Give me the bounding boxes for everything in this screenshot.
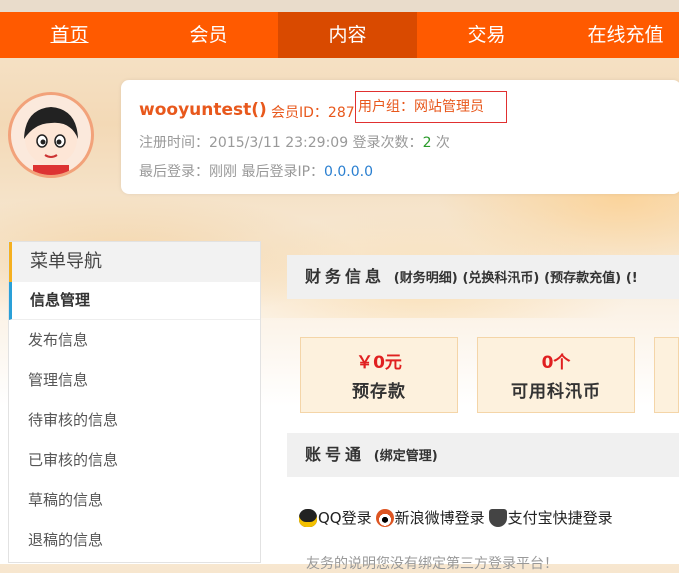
account-bar: 账号通 (绑定管理) (287, 433, 679, 477)
more-link[interactable]: (! (626, 271, 638, 286)
side-item-rejected[interactable]: 退稿的信息 (9, 520, 260, 560)
stat-deposit-value: ￥0元 (356, 353, 402, 373)
side-menu: 菜单导航 信息管理 发布信息 管理信息 待审核的信息 已审核的信息 草稿的信息 … (8, 241, 261, 563)
stat-extra (654, 337, 679, 413)
alipay-login-button[interactable]: 支付宝快捷登录 (488, 507, 613, 528)
finance-bar: 财务信息 (财务明细) (兑换科汛币) (预存款充值) (! (287, 255, 679, 299)
stat-coin-value: 0个 (541, 353, 571, 373)
side-item-manage[interactable]: 管理信息 (9, 360, 260, 400)
side-item-pending[interactable]: 待审核的信息 (9, 400, 260, 440)
side-menu-title: 菜单导航 (9, 242, 260, 282)
top-strip (0, 0, 679, 12)
nav-recharge[interactable]: 在线充值 (556, 12, 679, 58)
nav-trade[interactable]: 交易 (417, 12, 556, 58)
avatar[interactable] (8, 92, 94, 178)
main-nav: 首页 会员 内容 交易 在线充值 (0, 12, 679, 58)
register-info: 注册时间：2015/3/11 23:29:09 登录次数：2 次 (139, 135, 450, 151)
third-party-logins: QQ登录 新浪微博登录 支付宝快捷登录 (299, 507, 617, 528)
account-title: 账号通 (305, 445, 366, 464)
bind-manage-link[interactable]: (绑定管理) (374, 449, 438, 464)
finance-title: 财务信息 (305, 267, 386, 286)
deposit-recharge-link[interactable]: (预存款充值) (544, 271, 621, 286)
side-item-approved[interactable]: 已审核的信息 (9, 440, 260, 480)
nav-content[interactable]: 内容 (278, 12, 417, 58)
qq-login-button[interactable]: QQ登录 (299, 507, 372, 528)
last-login-info: 最后登录：刚刚 最后登录IP：0.0.0.0 (139, 164, 374, 180)
nav-member[interactable]: 会员 (139, 12, 278, 58)
stat-deposit: ￥0元 预存款 (300, 337, 458, 413)
stat-deposit-label: 预存款 (352, 382, 406, 402)
profile-card: wooyuntest() 会员ID：287 用户组：网站管理员 注册时间：201… (121, 80, 679, 194)
side-item-info-manage[interactable]: 信息管理 (9, 282, 260, 320)
alipay-shield-icon (488, 508, 507, 527)
nav-home[interactable]: 首页 (0, 12, 139, 58)
user-group: 用户组：网站管理员 (355, 91, 507, 123)
weibo-login-button[interactable]: 新浪微博登录 (375, 507, 485, 528)
avatar-face-icon (24, 107, 78, 175)
stat-coin-label: 可用科汛币 (511, 382, 601, 402)
qq-icon (299, 508, 317, 527)
side-item-publish[interactable]: 发布信息 (9, 320, 260, 360)
last-ip: 0.0.0.0 (324, 164, 374, 180)
finance-detail-link[interactable]: (财务明细) (394, 271, 458, 286)
weibo-icon (375, 508, 394, 527)
stat-coin: 0个 可用科汛币 (477, 337, 635, 413)
member-id: 会员ID：287 (271, 105, 355, 121)
bind-note: 友务的说明您没有绑定第三方登录平台！ (306, 556, 558, 572)
side-item-drafts[interactable]: 草稿的信息 (9, 480, 260, 520)
exchange-coin-link[interactable]: (兑换科汛币) (462, 271, 539, 286)
username[interactable]: wooyuntest() (139, 100, 267, 120)
